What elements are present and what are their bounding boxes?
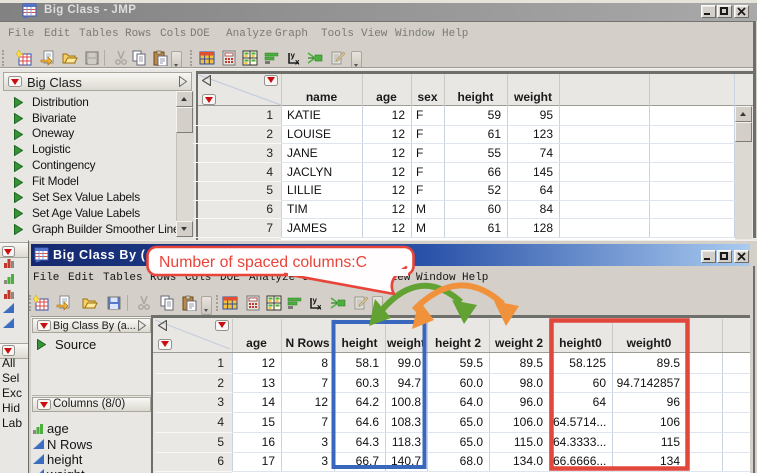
- svg-text:Number of spaced columns:C: Number of spaced columns:C: [159, 254, 367, 271]
